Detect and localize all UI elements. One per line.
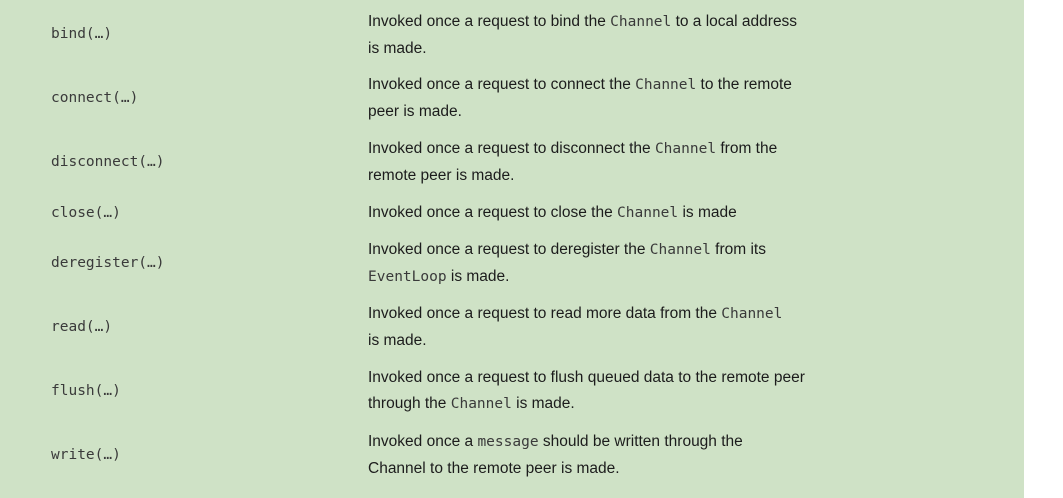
description-text: is made. (368, 39, 427, 57)
method-name: write(…) (51, 447, 121, 463)
inline-code: Channel (610, 14, 672, 30)
method-name: deregister(…) (51, 255, 165, 271)
method-name: bind(…) (51, 26, 113, 42)
inline-code: message (477, 434, 539, 450)
description-text: should be written through the (538, 433, 743, 450)
method-description: Invoked once a request to bind the Chann… (368, 9, 868, 61)
inline-code: Channel (654, 141, 717, 157)
method-name: disconnect(…) (51, 154, 165, 170)
description-text: Invoked once a request to flush queued d… (368, 369, 805, 386)
description-text: peer is made. (368, 102, 462, 120)
method-description: Invoked once a request to close the Chan… (368, 200, 868, 227)
description-text: Invoked once a request to deregister the (368, 241, 650, 258)
description-text: Invoked once a request to close the (368, 204, 618, 221)
inline-code: Channel (635, 77, 697, 93)
description-text: from the (716, 140, 778, 157)
description-text: is made (678, 204, 737, 221)
description-text: Invoked once a request to read more data… (368, 305, 722, 322)
method-name: close(…) (51, 205, 121, 221)
inline-code: Channel (721, 306, 783, 322)
description-text: Invoked once a request to bind the (368, 13, 611, 30)
method-description: Invoked once a request to disconnect the… (368, 136, 868, 188)
method-name: read(…) (51, 319, 113, 335)
description-text: from its (710, 241, 766, 258)
description-text: is made. (446, 267, 510, 285)
method-description: Invoked once a request to connect the Ch… (368, 72, 868, 124)
description-text: remote peer is made. (368, 166, 515, 184)
inline-code: Channel (649, 242, 711, 258)
method-description: Invoked once a message should be written… (368, 429, 868, 481)
method-name: connect(…) (51, 90, 139, 106)
description-text: through the (368, 394, 451, 412)
description-text: is made. (511, 394, 575, 412)
inline-code: Channel (617, 205, 679, 221)
description-text: Invoked once a request to disconnect the (368, 140, 655, 157)
inline-code: Channel (450, 395, 512, 412)
method-description: Invoked once a request to read more data… (368, 301, 868, 353)
method-name: flush(…) (51, 383, 121, 399)
description-text: Invoked once a request to connect the (368, 76, 636, 93)
description-text: to a local address (671, 13, 798, 30)
description-text: to the remote (696, 76, 792, 93)
inline-code: EventLoop (368, 268, 447, 285)
description-text: Channel to the remote peer is made. (368, 459, 620, 477)
method-table: bind(…) Invoked once a request to bind t… (0, 0, 1024, 498)
method-description: Invoked once a request to deregister the… (368, 237, 868, 290)
description-text: is made. (368, 331, 427, 349)
method-description: Invoked once a request to flush queued d… (368, 365, 868, 417)
description-text: Invoked once a (368, 433, 478, 450)
